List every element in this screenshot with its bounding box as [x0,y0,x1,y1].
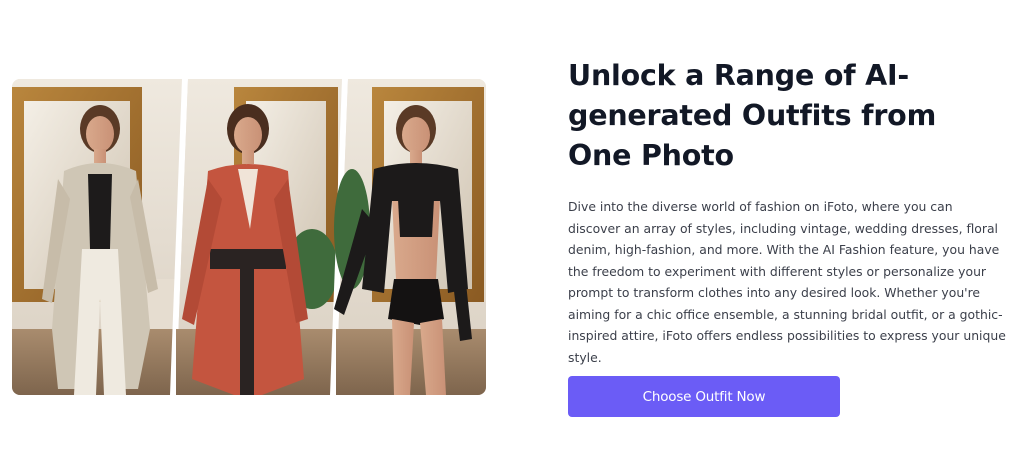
outfit-feature-section: Unlock a Range of AI-generated Outfits f… [0,0,1015,453]
section-description: Dive into the diverse world of fashion o… [568,199,1006,365]
feature-text-column: Unlock a Range of AI-generated Outfits f… [568,56,1008,368]
section-headline: Unlock a Range of AI-generated Outfits f… [568,59,937,172]
outfit-panel-3 [334,79,486,395]
outfit-showcase-image [12,79,486,395]
outfit-panel-1 [12,79,182,395]
outfit-panel-2 [176,79,342,395]
choose-outfit-button[interactable]: Choose Outfit Now [568,376,840,417]
